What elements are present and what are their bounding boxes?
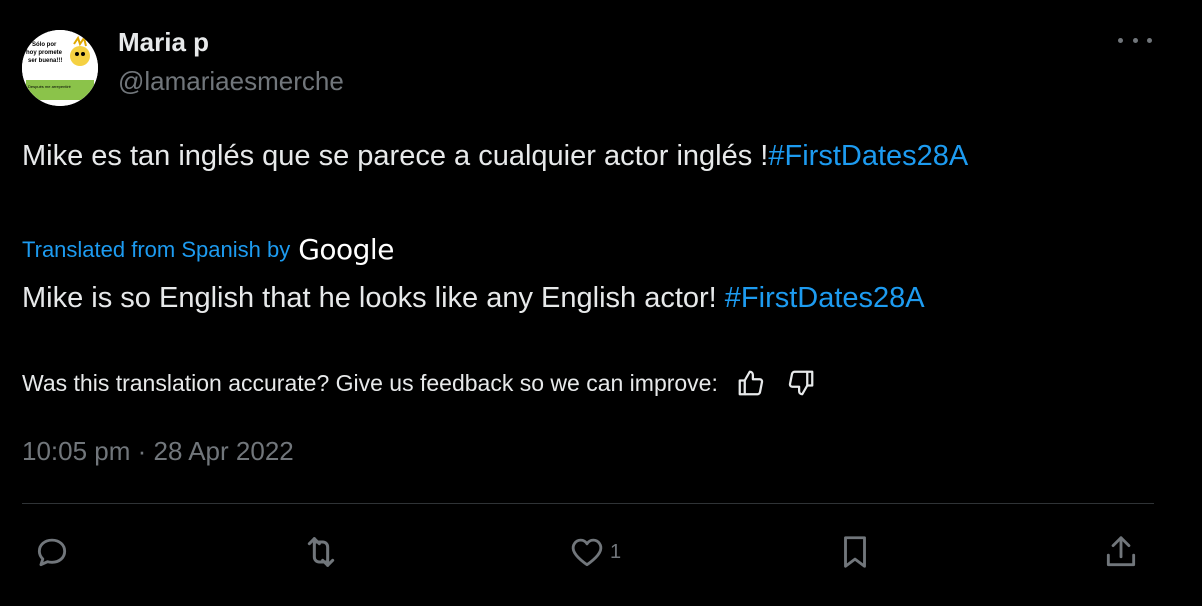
reply-button[interactable] (33, 532, 71, 572)
translation-feedback: Was this translation accurate? Give us f… (22, 366, 818, 400)
like-button[interactable]: 1 (568, 532, 621, 572)
share-button[interactable] (1102, 532, 1140, 572)
original-text: Mike es tan inglés que se parece a cualq… (22, 140, 769, 172)
tweet-timestamp[interactable]: 10:05 pm · 28 Apr 2022 (22, 434, 294, 468)
divider (22, 503, 1154, 504)
feedback-prompt: Was this translation accurate? Give us f… (22, 369, 718, 396)
avatar-text-4: Después me arrepentiré (28, 84, 72, 89)
translation-text: Mike is so English that he looks like an… (22, 282, 725, 314)
translated-from-label: Translated from Spanish by (22, 237, 291, 262)
translation-attribution: Translated from Spanish by Google (22, 234, 394, 266)
avatar-text-1: Sólo por (32, 42, 57, 48)
heart-icon (571, 538, 603, 567)
author-display-name[interactable]: Maria p (118, 26, 209, 58)
retweet-icon (307, 537, 335, 567)
avatar-text-2: hoy promete (26, 50, 63, 56)
tweet: Sólo por hoy promete ser buena!!! Despué… (0, 0, 1202, 606)
reply-icon (37, 538, 67, 567)
google-logo: Google (298, 233, 394, 266)
share-icon (1106, 536, 1136, 567)
more-icon[interactable] (1118, 28, 1152, 52)
like-count: 1 (610, 540, 622, 563)
avatar[interactable]: Sólo por hoy promete ser buena!!! Despué… (22, 30, 98, 106)
bookmark-button[interactable] (836, 532, 874, 572)
thumbs-up-icon[interactable] (734, 366, 768, 400)
avatar-text-3: ser buena!!! (28, 58, 62, 64)
thumbs-down-icon[interactable] (784, 366, 818, 400)
author-handle[interactable]: @lamariaesmerche (118, 64, 344, 98)
tweet-original-text: Mike es tan inglés que se parece a cualq… (22, 134, 1162, 178)
retweet-button[interactable] (301, 532, 341, 572)
original-hashtag-link[interactable]: #FirstDates28A (768, 140, 968, 172)
bookmark-icon (844, 536, 866, 568)
translation-hashtag-link[interactable]: #FirstDates28A (725, 282, 925, 314)
tweet-translation: Mike is so English that he looks like an… (22, 276, 1162, 320)
avatar-image: Sólo por hoy promete ser buena!!! Despué… (22, 30, 98, 106)
